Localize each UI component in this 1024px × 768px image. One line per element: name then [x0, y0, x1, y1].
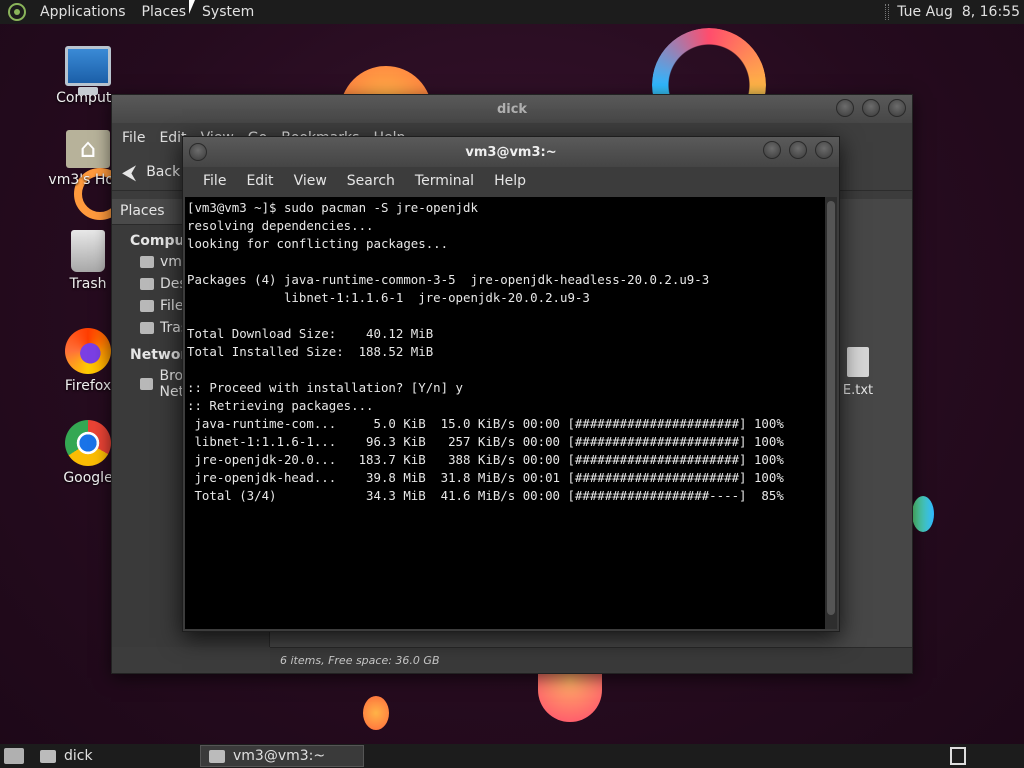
chrome-icon — [65, 420, 111, 466]
terminal-line: jre-openjdk-head... 39.8 MiB 31.8 MiB/s … — [187, 470, 784, 485]
taskbar-item-label: dick — [64, 748, 93, 764]
firefox-icon — [65, 328, 111, 374]
file-item[interactable]: E.txt — [838, 347, 878, 398]
taskbar-item-label: vm3@vm3:~ — [233, 748, 326, 764]
taskbar-item-file-manager[interactable]: dick — [32, 745, 196, 767]
menu-search[interactable]: Search — [337, 173, 405, 189]
terminal-titlebar[interactable]: vm3@vm3:~ — [183, 137, 839, 167]
file-name: E.txt — [842, 383, 874, 398]
menu-terminal[interactable]: Terminal — [405, 173, 484, 189]
terminal-line: looking for conflicting packages... — [187, 236, 449, 251]
home-folder-icon — [66, 130, 110, 168]
close-button[interactable] — [888, 99, 906, 117]
terminal-text: [vm3@vm3 ~]$ sudo pacman -S jre-openjdk r… — [187, 199, 823, 505]
computer-icon — [65, 46, 111, 95]
panel-drag-handle[interactable] — [885, 4, 890, 20]
bottom-panel: dick vm3@vm3:~ — [0, 744, 1024, 768]
terminal-line: libnet-1:1.1.6-1 jre-openjdk-20.0.2.u9-3 — [187, 290, 590, 305]
back-arrow-icon[interactable]: ⮜ — [122, 160, 136, 184]
terminal-window[interactable]: vm3@vm3:~ File Edit View Search Terminal… — [182, 136, 840, 632]
terminal-line: jre-openjdk-20.0... 183.7 KiB 388 KiB/s … — [187, 452, 784, 467]
terminal-scrollbar[interactable] — [825, 197, 837, 629]
terminal-line: java-runtime-com... 5.0 KiB 15.0 KiB/s 0… — [187, 416, 784, 431]
maximize-button[interactable] — [862, 99, 880, 117]
home-icon — [140, 256, 154, 268]
terminal-menubar: File Edit View Search Terminal Help — [183, 167, 839, 195]
terminal-icon — [209, 749, 225, 763]
close-button[interactable] — [815, 141, 833, 159]
file-manager-titlebar[interactable]: dick — [112, 95, 912, 123]
places-menu[interactable]: Places — [134, 4, 195, 20]
desktop-icon-label: Firefox — [64, 378, 112, 394]
terminal-line: :: Retrieving packages... — [187, 398, 374, 413]
terminal-line: Total Download Size: 40.12 MiB — [187, 326, 434, 341]
network-icon — [140, 378, 154, 390]
trash-icon — [140, 322, 154, 334]
workspace-switcher[interactable] — [950, 747, 966, 765]
terminal-line: :: Proceed with installation? [Y/n] y — [187, 380, 464, 395]
menu-file[interactable]: File — [193, 173, 236, 189]
show-desktop-icon[interactable] — [4, 748, 24, 764]
desktop-icon — [140, 278, 154, 290]
desktop-icon-label: Google — [63, 470, 113, 486]
menu-help[interactable]: Help — [484, 173, 536, 189]
system-menu[interactable]: System — [194, 4, 262, 20]
clock[interactable]: Tue Aug 8, 16:55 — [897, 4, 1024, 20]
terminal-line: [vm3@vm3 ~]$ sudo pacman -S jre-openjdk — [187, 200, 478, 215]
scrollbar-thumb[interactable] — [827, 201, 835, 615]
minimize-button[interactable] — [836, 99, 854, 117]
menu-file[interactable]: File — [122, 130, 145, 146]
desktop-icon-label: Trash — [69, 276, 107, 292]
taskbar-item-terminal[interactable]: vm3@vm3:~ — [200, 745, 364, 767]
terminal-line: Total Installed Size: 188.52 MiB — [187, 344, 434, 359]
terminal-output[interactable]: [vm3@vm3 ~]$ sudo pacman -S jre-openjdk r… — [185, 197, 825, 629]
back-button[interactable]: Back — [146, 164, 180, 180]
window-title: dick — [496, 101, 528, 117]
terminal-line: Packages (4) java-runtime-common-3-5 jre… — [187, 272, 710, 287]
wallpaper-small-blob — [363, 696, 389, 730]
menu-view[interactable]: View — [284, 173, 337, 189]
folder-icon — [40, 749, 56, 763]
terminal-line: libnet-1:1.1.6-1... 96.3 KiB 257 KiB/s 0… — [187, 434, 784, 449]
distro-logo-icon[interactable] — [8, 3, 26, 21]
maximize-button[interactable] — [789, 141, 807, 159]
window-menu-button[interactable] — [189, 143, 207, 161]
wallpaper-right-blob — [912, 496, 934, 532]
trash-icon — [71, 230, 105, 272]
minimize-button[interactable] — [763, 141, 781, 159]
applications-menu[interactable]: Applications — [32, 4, 134, 20]
menu-edit[interactable]: Edit — [236, 173, 283, 189]
status-bar: 6 items, Free space: 36.0 GB — [270, 647, 912, 673]
mouse-cursor-icon — [189, 0, 201, 14]
text-file-icon — [847, 347, 869, 377]
top-panel: Applications Places System Tue Aug 8, 16… — [0, 0, 1024, 24]
drive-icon — [140, 300, 154, 312]
terminal-line: resolving dependencies... — [187, 218, 374, 233]
window-title: vm3@vm3:~ — [465, 144, 557, 160]
terminal-line: Total (3/4) 34.3 MiB 41.6 MiB/s 00:00 [#… — [187, 488, 784, 503]
